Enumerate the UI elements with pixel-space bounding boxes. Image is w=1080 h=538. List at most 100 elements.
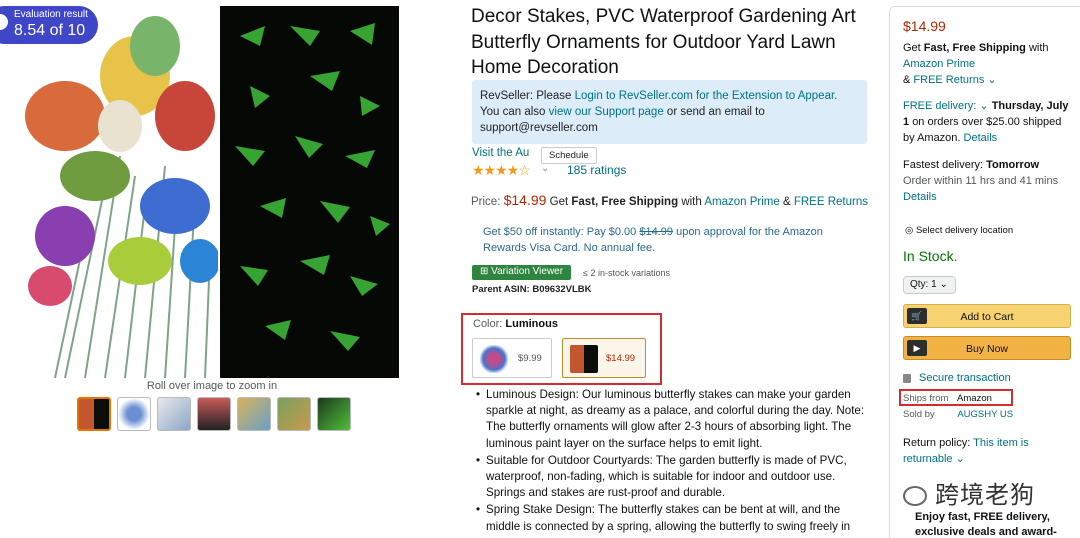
buybox-ship-bold: Fast, Free Shipping	[923, 42, 1026, 54]
thumbnail-7[interactable]	[317, 397, 351, 431]
thumbnail-1[interactable]	[77, 397, 111, 431]
rating-stars[interactable]: ★★★★☆	[472, 162, 531, 179]
quantity-value: Qty: 1	[910, 279, 937, 290]
evaluation-score: 8.54 of 10	[14, 22, 86, 39]
price-row: Price: $14.99 Get Fast, Free Shipping wi…	[471, 192, 868, 208]
buybox-ship-amp: &	[903, 74, 911, 86]
fast-delivery-details-link[interactable]: Details	[903, 191, 937, 203]
buybox-shipping: Get Fast, Free Shipping with Amazon Prim…	[903, 40, 1073, 88]
buybox-prime-link[interactable]: Amazon Prime	[903, 58, 975, 70]
main-product-image[interactable]	[25, 6, 399, 378]
price-shipping-with: with	[681, 196, 702, 208]
fast-delivery-day: Tomorrow	[986, 159, 1040, 171]
swatch-image	[570, 345, 598, 373]
buybox-ship-get: Get	[903, 42, 921, 54]
feature-bullet: Spring Stake Design: The butterfly stake…	[476, 502, 868, 534]
buy-now-label: Buy Now	[965, 343, 1008, 355]
buy-now-button[interactable]: ▶ Buy Now	[903, 336, 1071, 360]
revseller-email[interactable]: support@revseller.com	[480, 120, 859, 136]
chevron-down-icon[interactable]: ⌄	[541, 163, 549, 174]
watermark-text: 跨境老狗	[935, 481, 1035, 509]
evaluation-badge[interactable]: Evaluation result 8.54 of 10	[0, 6, 98, 44]
feature-bullets: Luminous Design: Our luminous butterfly …	[476, 387, 868, 536]
revseller-text-3: or send an email to	[666, 106, 765, 118]
chevron-down-icon[interactable]: ⌄	[956, 453, 965, 465]
fastest-delivery-info: Fastest delivery: Tomorrow Order within …	[903, 157, 1075, 205]
delivery-location-label: Select delivery location	[915, 225, 1014, 236]
stock-status: In Stock.	[903, 248, 958, 264]
butterfly-daylight-image	[25, 6, 220, 378]
cart-icon: 🛒	[907, 308, 927, 324]
free-returns-link[interactable]: FREE Returns	[794, 196, 868, 208]
revseller-login-link[interactable]: Login to RevSeller.com for the Extension…	[575, 90, 838, 102]
revseller-notice: RevSeller: Please Login to RevSeller.com…	[472, 80, 867, 144]
price-shipping-prefix: Get	[549, 196, 569, 208]
return-policy: Return policy: This item is returnable ⌄	[903, 435, 1073, 467]
sold-by: Sold by AUGSHY US	[903, 407, 1013, 423]
price-label: Price:	[471, 196, 501, 208]
buybox-price: $14.99	[903, 18, 946, 34]
thumbnail-3[interactable]	[157, 397, 191, 431]
chevron-down-icon[interactable]: ⌄	[979, 100, 988, 112]
thumbnail-2[interactable]	[117, 397, 151, 431]
add-to-cart-button[interactable]: 🛒 Add to Cart	[903, 304, 1071, 328]
ships-from-label: Ships from	[903, 393, 949, 404]
ships-from-value: Amazon	[957, 393, 992, 404]
color-value: Luminous	[505, 318, 558, 330]
return-policy-label: Return policy:	[903, 437, 971, 449]
evaluation-label: Evaluation result	[14, 9, 88, 20]
chevron-down-icon: ⌄	[939, 279, 948, 290]
revseller-support-link[interactable]: view our Support page	[549, 106, 664, 118]
revseller-text-2: You can also	[480, 106, 546, 118]
thumbnail-6[interactable]	[277, 397, 311, 431]
free-delivery-details-link[interactable]: Details	[964, 132, 998, 144]
variation-icon: ⊞	[480, 266, 492, 277]
prime-promo: Enjoy fast, FREE delivery, exclusive dea…	[915, 511, 1057, 538]
rewards-offer[interactable]: Get $50 off instantly: Pay $0.00 $14.99 …	[483, 224, 868, 256]
color-swatch-luminous[interactable]: $14.99	[562, 338, 646, 378]
sold-by-label: Sold by	[903, 409, 935, 420]
revseller-text-1: RevSeller: Please	[480, 90, 572, 102]
buybox-returns-link[interactable]: FREE Returns	[913, 74, 984, 86]
color-swatch-standard[interactable]: $9.99	[472, 338, 552, 378]
location-pin-icon: ◎	[905, 225, 914, 236]
thumbnail-5[interactable]	[237, 397, 271, 431]
price-shipping-bold: Fast, Free Shipping	[571, 196, 679, 208]
chevron-down-icon[interactable]: ⌄	[987, 74, 996, 86]
price-value: $14.99	[503, 192, 547, 208]
wechat-icon	[903, 486, 927, 506]
product-title: Decor Stakes, PVC Waterproof Gardening A…	[471, 6, 856, 78]
color-selector-label: Color: Luminous	[473, 318, 558, 330]
schedule-tooltip: Schedule	[541, 147, 597, 164]
parent-asin: Parent ASIN: B09632VLBK	[472, 284, 592, 295]
prime-link[interactable]: Amazon Prime	[704, 196, 779, 208]
visit-store-link[interactable]: Visit the Au	[472, 147, 529, 159]
play-icon: ▶	[907, 340, 927, 356]
free-delivery-link[interactable]: FREE delivery:	[903, 100, 976, 112]
variation-viewer-button[interactable]: ⊞ Variation Viewer	[472, 265, 572, 280]
free-delivery-info: FREE delivery: ⌄ Thursday, July 1 on ord…	[903, 98, 1075, 146]
product-page: Evaluation result 8.54 of 10 Roll over i…	[0, 0, 1080, 538]
quantity-select[interactable]: Qty: 1 ⌄	[903, 276, 956, 294]
variation-label: Variation Viewer	[491, 266, 564, 277]
feature-bullet: Suitable for Outdoor Courtyards: The gar…	[476, 453, 868, 502]
lock-icon	[903, 373, 911, 383]
swatch-price: $9.99	[518, 353, 542, 364]
thumbnail-4[interactable]	[197, 397, 231, 431]
color-label: Color:	[473, 318, 503, 330]
swatch-price: $14.99	[606, 353, 636, 364]
feature-bullet: Luminous Design: Our luminous butterfly …	[476, 387, 868, 452]
offer-text-pre: Get $50 off instantly: Pay $0.00	[483, 226, 637, 238]
offer-struck-price: $14.99	[639, 226, 674, 238]
ratings-count-link[interactable]: 185 ratings	[567, 163, 626, 177]
thumbnail-strip	[77, 397, 351, 431]
delivery-location[interactable]: ◎ Select delivery location	[905, 223, 1013, 239]
ships-from: Ships from Amazon	[903, 391, 992, 407]
butterfly-glow-image	[220, 6, 399, 378]
swatch-image	[480, 345, 508, 373]
zoom-hint: Roll over image to zoom in	[146, 380, 278, 392]
secure-transaction-link[interactable]: Secure transaction	[903, 370, 1011, 386]
seller-link[interactable]: AUGSHY US	[957, 409, 1013, 420]
variation-note: ≤ 2 in-stock variations	[583, 268, 670, 278]
secure-transaction-label: Secure transaction	[919, 372, 1011, 384]
